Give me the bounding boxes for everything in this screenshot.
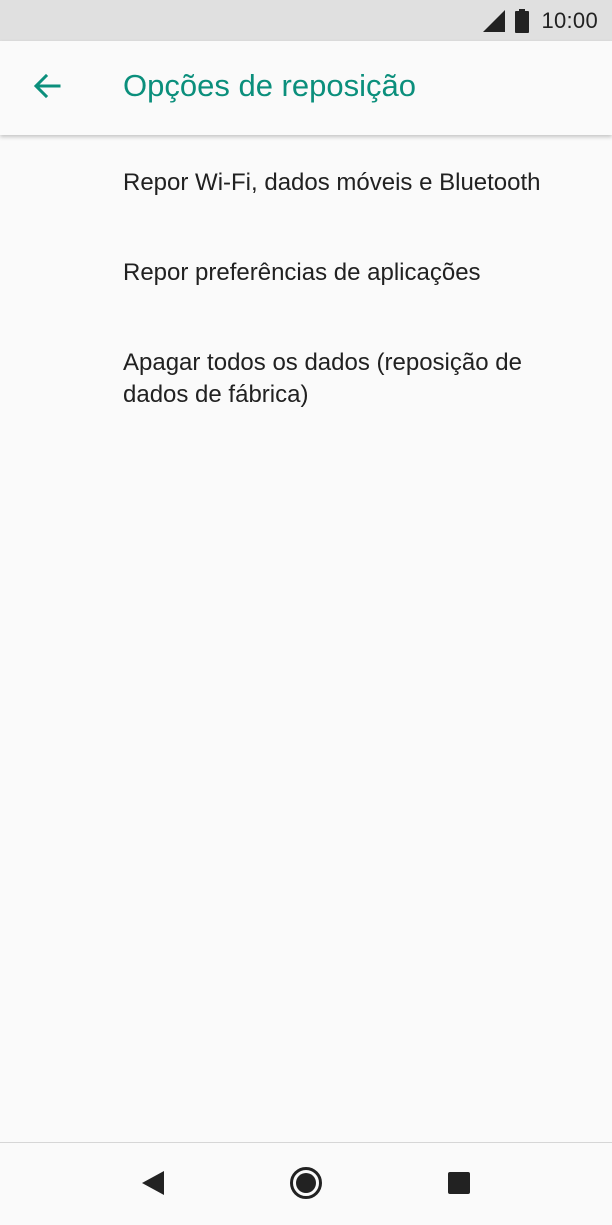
battery-icon — [515, 8, 530, 33]
signal-icon — [483, 9, 506, 32]
nav-home-icon — [289, 1166, 323, 1205]
reset-app-preferences-option[interactable]: Repor preferências de aplicações — [0, 226, 612, 316]
arrow-left-icon — [33, 72, 61, 105]
reset-network-label: Repor Wi-Fi, dados móveis e Bluetooth — [123, 169, 541, 196]
nav-back-icon — [142, 1170, 164, 1200]
back-button[interactable] — [20, 61, 74, 115]
factory-reset-option[interactable]: Apagar todos os dados (reposição de dado… — [0, 316, 612, 438]
app-bar: Opções de reposição — [0, 41, 612, 135]
status-icons: 10:00 — [483, 0, 598, 41]
navigation-bar — [0, 1142, 612, 1225]
reset-network-option[interactable]: Repor Wi-Fi, dados móveis e Bluetooth — [0, 136, 612, 226]
nav-back-button[interactable] — [131, 1163, 175, 1207]
nav-home-button[interactable] — [284, 1163, 328, 1207]
nav-recents-icon — [447, 1171, 471, 1200]
reset-app-preferences-label: Repor preferências de aplicações — [123, 259, 481, 286]
reset-options-list: Repor Wi-Fi, dados móveis e Bluetooth Re… — [0, 136, 612, 438]
nav-recents-button[interactable] — [437, 1163, 481, 1207]
page-title: Opções de reposição — [123, 68, 416, 103]
factory-reset-label: Apagar todos os dados (reposição de dado… — [123, 349, 522, 408]
status-time: 10:00 — [541, 7, 598, 33]
status-bar: 10:00 — [0, 0, 612, 41]
